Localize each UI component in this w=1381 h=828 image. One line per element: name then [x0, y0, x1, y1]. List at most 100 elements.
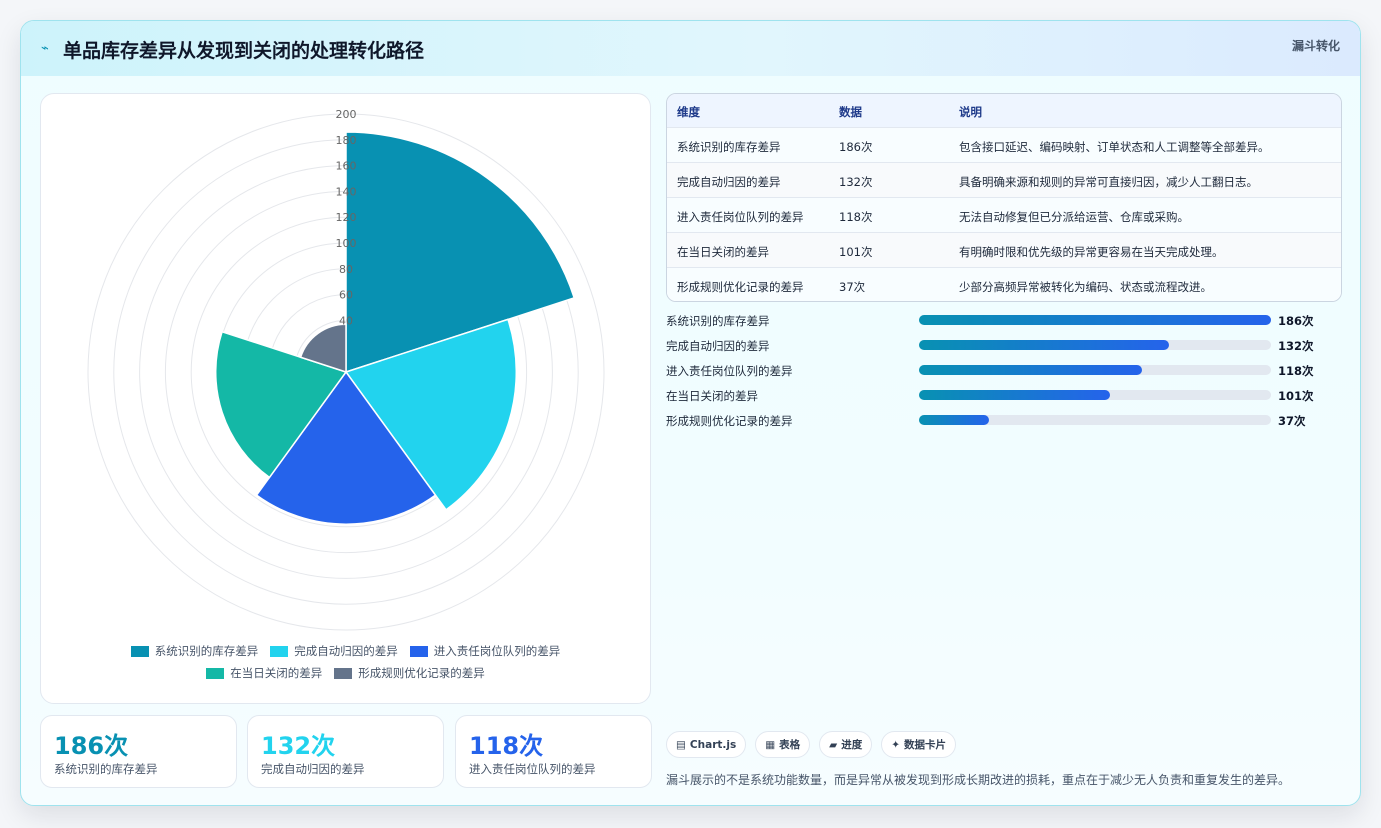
- table-cell: 少部分高频异常被转化为编码、状态或流程改进。: [959, 280, 1212, 294]
- table-icon: ▦: [765, 738, 776, 751]
- r-tick-label: 200: [336, 108, 357, 121]
- progress-label: 系统识别的库存差异: [666, 314, 770, 328]
- progress-track: [919, 415, 1271, 425]
- stat-label: 完成自动归因的差异: [261, 762, 365, 776]
- table-row: 在当日关闭的差异 101次 有明确时限和优先级的异常更容易在当天完成处理。: [667, 232, 1341, 267]
- stat-card-1: 132次 完成自动归因的差异: [247, 715, 444, 788]
- r-tick-label: 120: [336, 211, 357, 224]
- progress-label: 在当日关闭的差异: [666, 389, 758, 403]
- progress-track: [919, 315, 1271, 325]
- r-tick-label: 40: [339, 314, 353, 327]
- stat-card-2: 118次 进入责任岗位队列的差异: [455, 715, 652, 788]
- stat-label: 系统识别的库存差异: [54, 762, 158, 776]
- progress-fill: [919, 365, 1143, 375]
- chart-type-badge: 漏斗转化: [1291, 39, 1340, 53]
- stat-label: 进入责任岗位队列的差异: [469, 762, 596, 776]
- column-header-note: 说明: [959, 105, 982, 119]
- r-tick-label: 140: [336, 185, 357, 198]
- progress-label: 进入责任岗位队列的差异: [666, 364, 793, 378]
- progress-value: 186次: [1278, 314, 1314, 328]
- legend-row: 在当日关闭的差异 形成规则优化记录的差异: [41, 666, 650, 680]
- progress-icon: ▰: [829, 738, 838, 751]
- progress-fill: [919, 415, 989, 425]
- table-cell: 有明确时限和优先级的异常更容易在当天完成处理。: [959, 245, 1224, 259]
- legend-swatch: [130, 645, 149, 657]
- progress-row: 系统识别的库存差异 186次: [666, 313, 1342, 329]
- legend-item-3[interactable]: 在当日关闭的差异: [206, 665, 322, 681]
- r-tick-label: 100: [336, 237, 357, 250]
- legend-row: 系统识别的库存差异 完成自动归因的差异 进入责任岗位队列的差异: [41, 644, 650, 658]
- progress-track: [919, 365, 1271, 375]
- table-cell: 完成自动归因的差异: [677, 175, 781, 189]
- tag-chartjs[interactable]: ▤ Chart.js: [666, 731, 747, 758]
- r-tick-label: 180: [336, 134, 357, 147]
- table-cell: 系统识别的库存差异: [677, 140, 781, 154]
- table-row: 进入责任岗位队列的差异 118次 无法自动修复但已分派给运营、仓库或采购。: [667, 197, 1341, 232]
- data-table: 维度 数据 说明 系统识别的库存差异 186次 包含接口延迟、编码映射、订单状态…: [666, 93, 1342, 302]
- funnel-icon: ⌁: [41, 41, 49, 56]
- legend-item-2[interactable]: 进入责任岗位队列的差异: [409, 643, 561, 659]
- r-tick-label: 60: [339, 289, 353, 302]
- progress-row: 在当日关闭的差异 101次: [666, 388, 1342, 404]
- page-title: 单品库存差异从发现到关闭的处理转化路径: [63, 40, 425, 62]
- table-cell: 进入责任岗位队列的差异: [677, 210, 804, 224]
- polar-area-chart-panel: 40 60 80 100 120 140 160 180 200 系统识别的库存差异 完成自动归…: [40, 93, 651, 704]
- legend-item-1[interactable]: 完成自动归因的差异: [270, 643, 398, 659]
- legend-swatch: [334, 667, 353, 679]
- stat-card-0: 186次 系统识别的库存差异: [40, 715, 237, 788]
- sparkle-icon: ✦: [891, 738, 901, 751]
- tag-progress[interactable]: ▰ 进度: [819, 731, 873, 758]
- tech-tags: ▤ Chart.js ▦ 表格 ▰ 进度 ✦ 数据卡片: [666, 731, 957, 758]
- progress-fill: [919, 390, 1111, 400]
- progress-row: 完成自动归因的差异 132次: [666, 338, 1342, 354]
- table-cell: 101次: [839, 245, 873, 259]
- table-cell: 包含接口延迟、编码映射、订单状态和人工调整等全部差异。: [959, 140, 1270, 154]
- table-cell: 186次: [839, 140, 873, 154]
- tag-table[interactable]: ▦ 表格: [755, 731, 811, 758]
- table-row: 系统识别的库存差异 186次 包含接口延迟、编码映射、订单状态和人工调整等全部差…: [667, 127, 1341, 162]
- stat-value: 118次: [469, 732, 544, 760]
- table-cell: 在当日关闭的差异: [677, 245, 769, 259]
- legend-label: 在当日关闭的差异: [230, 666, 323, 680]
- progress-track: [919, 340, 1271, 350]
- dashboard-card: ⌁ 单品库存差异从发现到关闭的处理转化路径 漏斗转化 40 60 80 100 120 1…: [20, 20, 1361, 806]
- progress-value: 101次: [1278, 389, 1314, 403]
- progress-label: 完成自动归因的差异: [666, 339, 770, 353]
- polar-area-chart: 40 60 80 100 120 140 160 180 200: [87, 108, 605, 631]
- card-header: ⌁ 单品库存差异从发现到关闭的处理转化路径 漏斗转化: [21, 21, 1360, 76]
- table-cell: 37次: [839, 280, 866, 294]
- legend-swatch: [206, 667, 225, 679]
- legend-label: 系统识别的库存差异: [154, 644, 259, 658]
- chart-legend: 系统识别的库存差异 完成自动归因的差异 进入责任岗位队列的差异 在当日关闭的差异: [41, 644, 650, 688]
- legend-swatch: [270, 645, 289, 657]
- table-row: 完成自动归因的差异 132次 具备明确来源和规则的异常可直接归因，减少人工翻日志…: [667, 162, 1341, 197]
- legend-swatch: [409, 645, 428, 657]
- legend-item-4[interactable]: 形成规则优化记录的差异: [334, 665, 485, 681]
- progress-fill: [919, 315, 1271, 325]
- legend-label: 形成规则优化记录的差异: [358, 666, 485, 680]
- table-cell: 形成规则优化记录的差异: [677, 280, 804, 294]
- table-cell: 132次: [839, 175, 873, 189]
- chart-icon: ▤: [676, 738, 686, 751]
- legend-label: 进入责任岗位队列的差异: [433, 644, 561, 658]
- table-cell: 无法自动修复但已分派给运营、仓库或采购。: [959, 210, 1189, 224]
- progress-label: 形成规则优化记录的差异: [666, 414, 793, 428]
- footer-note: 漏斗展示的不是系统功能数量，而是异常从被发现到形成长期改进的损耗，重点在于减少无…: [666, 773, 1291, 787]
- tag-label: 进度: [841, 739, 863, 751]
- progress-value: 37次: [1278, 414, 1306, 428]
- progress-fill: [919, 340, 1169, 350]
- r-tick-label: 160: [336, 160, 357, 173]
- r-tick-label: 80: [339, 263, 353, 276]
- column-header-dimension: 维度: [677, 105, 700, 119]
- progress-value: 118次: [1278, 364, 1314, 378]
- progress-track: [919, 390, 1271, 400]
- tag-label: Chart.js: [689, 738, 737, 751]
- stat-value: 132次: [261, 732, 336, 760]
- column-header-data: 数据: [839, 105, 862, 119]
- progress-row: 形成规则优化记录的差异 37次: [666, 413, 1342, 429]
- legend-label: 完成自动归因的差异: [294, 644, 398, 658]
- legend-item-0[interactable]: 系统识别的库存差异: [130, 643, 259, 659]
- table-cell: 118次: [839, 210, 873, 224]
- tag-label: 表格: [779, 739, 801, 751]
- tag-data-card[interactable]: ✦ 数据卡片: [881, 731, 957, 758]
